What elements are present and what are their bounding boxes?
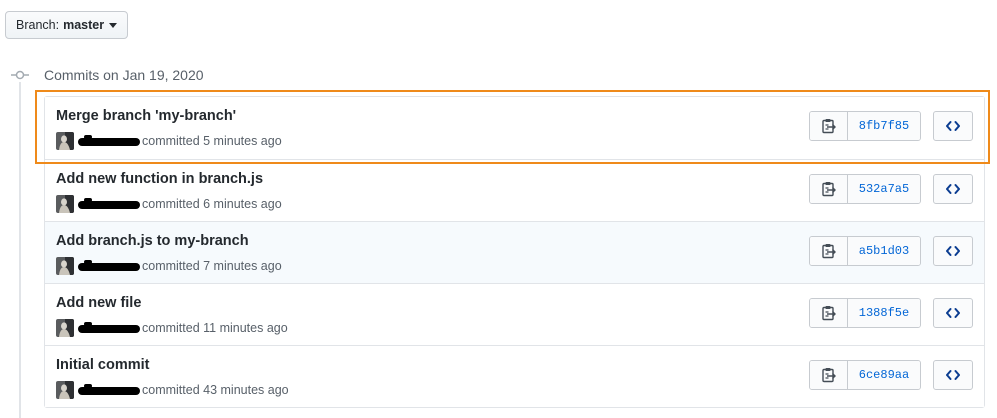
browse-repo-button[interactable] (933, 174, 973, 204)
commit-row: Add branch.js to my-branch committed 7 m… (45, 221, 984, 283)
browse-repo-button[interactable] (933, 111, 973, 141)
code-icon (946, 308, 960, 318)
commit-time: committed 11 minutes ago (142, 321, 288, 335)
commit-sha-link[interactable]: a5b1d03 (848, 237, 920, 265)
sha-button-group: 8fb7f85 (809, 111, 921, 141)
clippy-icon (821, 119, 836, 134)
commit-meta: committed 7 minutes ago (56, 257, 282, 275)
commit-time: committed 6 minutes ago (142, 197, 282, 211)
clippy-icon (821, 306, 836, 321)
commit-row: Initial commit committed 43 minutes ago … (45, 345, 984, 407)
sha-button-group: 1388f5e (809, 298, 921, 328)
sha-button-group: a5b1d03 (809, 236, 921, 266)
copy-sha-button[interactable] (810, 237, 848, 265)
redacted-author (78, 197, 140, 209)
avatar[interactable] (56, 381, 74, 399)
commit-meta: committed 43 minutes ago (56, 381, 289, 399)
copy-sha-button[interactable] (810, 299, 848, 327)
copy-sha-button[interactable] (810, 112, 848, 140)
code-icon (946, 184, 960, 194)
commit-group-title: Commits on Jan 19, 2020 (44, 67, 204, 83)
clippy-icon (821, 368, 836, 383)
commit-title-link[interactable]: Add new function in branch.js (56, 171, 263, 187)
commits-page: Branch: master Commits on Jan 19, 2020 M… (0, 0, 997, 418)
commit-sha-link[interactable]: 1388f5e (848, 299, 920, 327)
branch-label: Branch: (16, 18, 60, 32)
commit-time: committed 7 minutes ago (142, 259, 282, 273)
copy-sha-button[interactable] (810, 175, 848, 203)
sha-button-group: 6ce89aa (809, 360, 921, 390)
code-icon (946, 246, 960, 256)
copy-sha-button[interactable] (810, 361, 848, 389)
commit-row: Add new function in branch.js committed … (45, 159, 984, 221)
commit-meta: committed 5 minutes ago (56, 132, 282, 150)
commit-time: committed 43 minutes ago (142, 383, 289, 397)
commit-title-link[interactable]: Merge branch 'my-branch' (56, 108, 236, 124)
branch-name: master (63, 18, 105, 32)
avatar[interactable] (56, 195, 74, 213)
caret-down-icon (109, 23, 118, 28)
commit-row: Add new file committed 11 minutes ago 13… (45, 283, 984, 345)
commit-row: Merge branch 'my-branch' committed 5 min… (45, 97, 984, 159)
commit-sha-link[interactable]: 6ce89aa (848, 361, 920, 389)
clippy-icon (821, 244, 836, 259)
timeline-line (19, 82, 21, 418)
commit-sha-link[interactable]: 8fb7f85 (848, 112, 920, 140)
redacted-author (78, 321, 140, 333)
browse-repo-button[interactable] (933, 236, 973, 266)
commit-title-link[interactable]: Add new file (56, 295, 141, 311)
code-icon (946, 370, 960, 380)
commit-list: Merge branch 'my-branch' committed 5 min… (44, 96, 985, 408)
sha-button-group: 532a7a5 (809, 174, 921, 204)
redacted-author (78, 383, 140, 395)
branch-select-button[interactable]: Branch: master (5, 11, 129, 39)
browse-repo-button[interactable] (933, 360, 973, 390)
commit-title-link[interactable]: Initial commit (56, 357, 149, 373)
avatar[interactable] (56, 319, 74, 337)
commit-sha-link[interactable]: 532a7a5 (848, 175, 920, 203)
code-icon (946, 121, 960, 131)
clippy-icon (821, 182, 836, 197)
avatar[interactable] (56, 257, 74, 275)
commit-meta: committed 6 minutes ago (56, 195, 282, 213)
redacted-author (78, 259, 140, 271)
avatar[interactable] (56, 132, 74, 150)
commit-time: committed 5 minutes ago (142, 134, 282, 148)
commit-title-link[interactable]: Add branch.js to my-branch (56, 233, 249, 249)
browse-repo-button[interactable] (933, 298, 973, 328)
commit-meta: committed 11 minutes ago (56, 319, 288, 337)
git-commit-icon (11, 70, 29, 80)
redacted-author (78, 134, 140, 146)
